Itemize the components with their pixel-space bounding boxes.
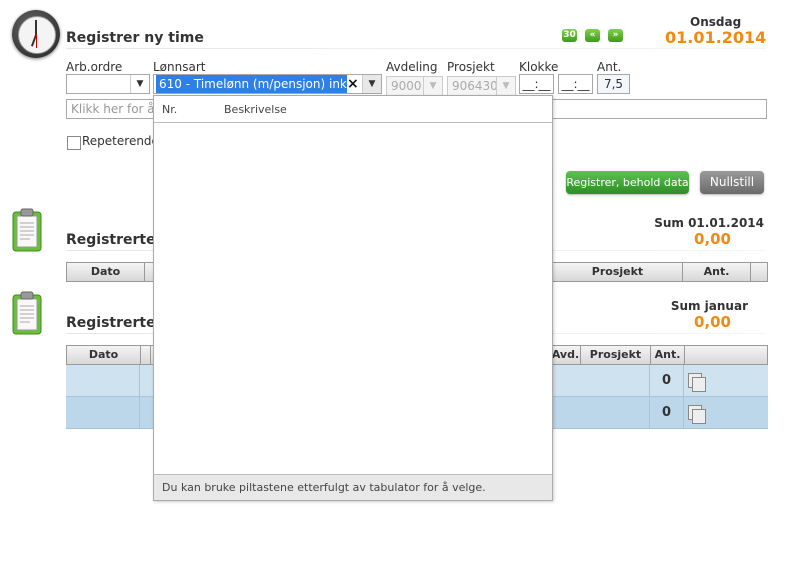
col-prosjekt[interactable]: Prosjekt <box>553 263 683 281</box>
month-sum-value: 0,00 <box>693 313 731 331</box>
col-avd[interactable]: Avd. <box>551 346 581 364</box>
cell-ant: 0 <box>650 397 684 428</box>
avdeling-select[interactable]: 9000 ▼ <box>386 76 443 96</box>
month-sum-label: Sum januar <box>670 299 748 313</box>
chevron-down-icon[interactable]: ▼ <box>130 75 149 93</box>
lonnsart-dropdown-list[interactable]: Nr. Beskrivelse Du kan bruke piltastene … <box>153 95 553 501</box>
page-title: Registrer ny time <box>66 30 204 46</box>
col-separator <box>141 346 151 364</box>
avdeling-label: Avdeling <box>386 60 438 74</box>
cell-dato <box>66 365 140 396</box>
lonnsart-selected-value: 610 - Timelønn (m/pensjon) inkl. i fe <box>156 75 347 93</box>
dropdown-header: Nr. Beskrivelse <box>154 96 552 123</box>
ant-label: Ant. <box>597 60 622 74</box>
month-section-title: Registrerte <box>66 315 156 331</box>
clear-icon[interactable]: × <box>347 76 359 92</box>
arbordre-label: Arb.ordre <box>66 60 123 74</box>
copy-icon[interactable] <box>692 377 706 392</box>
reset-button[interactable]: Nullstill <box>700 171 764 194</box>
lonnsart-select[interactable]: 610 - Timelønn (m/pensjon) inkl. i fe × … <box>153 74 382 94</box>
klokke-from-input[interactable]: __:__ <box>519 74 554 94</box>
cell-prosjekt <box>580 365 650 396</box>
arbordre-select[interactable]: ▼ <box>66 74 150 94</box>
repeterende-label: Repeterende <box>82 134 159 148</box>
klokke-label: Klokke <box>519 60 559 74</box>
day-section-title: Registrerte <box>66 232 156 248</box>
repeterende-checkbox[interactable] <box>67 136 81 150</box>
day-sum-value: 0,00 <box>693 230 731 248</box>
col-dato[interactable]: Dato <box>67 263 145 281</box>
header-divider <box>66 48 766 49</box>
clipboard-icon <box>12 291 42 335</box>
weekday-label: Onsdag <box>690 15 742 29</box>
clock-icon <box>12 10 60 58</box>
cell-prosjekt <box>580 397 650 428</box>
chevron-down-icon: ▼ <box>496 77 515 95</box>
cell-dato <box>66 397 140 428</box>
clipboard-icon <box>12 208 42 252</box>
dropdown-col-beskrivelse: Beskrivelse <box>224 103 287 116</box>
prosjekt-label: Prosjekt <box>447 60 495 74</box>
copy-icon[interactable] <box>692 409 706 424</box>
col-prosjekt[interactable]: Prosjekt <box>581 346 651 364</box>
today-button[interactable]: 30 <box>562 29 577 42</box>
prosjekt-select[interactable]: 906430 ▼ <box>447 76 516 96</box>
chevron-down-icon: ▼ <box>423 77 442 95</box>
col-dato[interactable]: Dato <box>67 346 141 364</box>
col-ant[interactable]: Ant. <box>683 263 751 281</box>
day-sum-label: Sum 01.01.2014 <box>654 216 764 230</box>
register-keep-data-button[interactable]: Registrer, behold data <box>566 171 689 194</box>
dropdown-col-nr: Nr. <box>162 103 178 116</box>
prev-day-button[interactable]: « <box>585 29 600 42</box>
col-ant[interactable]: Ant. <box>651 346 685 364</box>
next-day-button[interactable]: » <box>608 29 623 42</box>
date-label: 01.01.2014 <box>665 28 767 47</box>
dropdown-hint: Du kan bruke piltastene etterfulgt av ta… <box>154 474 552 500</box>
cell-ant: 0 <box>650 365 684 396</box>
chevron-down-icon[interactable]: ▼ <box>362 75 381 93</box>
ant-input[interactable]: 7,5 <box>597 74 630 94</box>
lonnsart-label: Lønnsart <box>153 60 206 74</box>
klokke-to-input[interactable]: __:__ <box>558 74 593 94</box>
